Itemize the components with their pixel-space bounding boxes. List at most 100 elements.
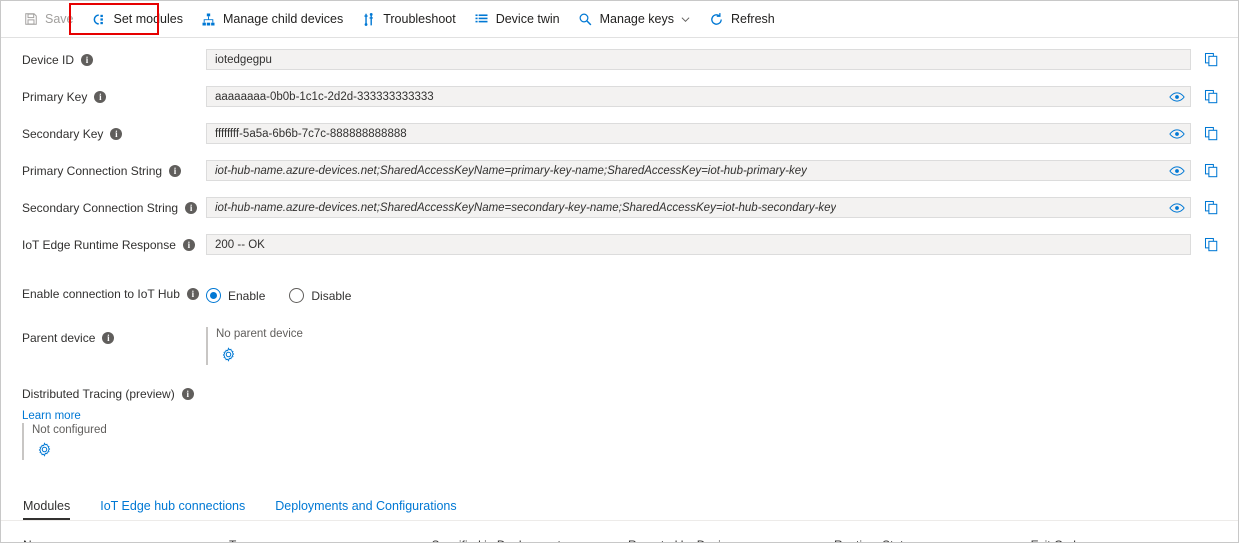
copy-icon[interactable] [1203, 237, 1219, 253]
label-primary-key: Primary Key i [1, 86, 206, 107]
distributed-tracing-status: Not configured [32, 423, 1238, 438]
show-value-eye-icon[interactable] [1169, 127, 1185, 140]
column-header-reported-by-device[interactable]: Reported by Device [628, 521, 834, 543]
field-device-id: iotedgegpu [206, 49, 1238, 70]
secondary-connection-string-value: iot-hub-name.azure-devices.net;SharedAcc… [215, 202, 836, 214]
primary-connection-string-input[interactable]: iot-hub-name.azure-devices.net;SharedAcc… [206, 160, 1191, 181]
tab-modules[interactable]: Modules [23, 499, 70, 520]
show-value-eye-icon[interactable] [1169, 201, 1185, 214]
info-icon[interactable]: i [187, 288, 199, 300]
field-row-runtime-response: IoT Edge Runtime Response i 200 -- OK [1, 234, 1238, 263]
info-icon[interactable]: i [182, 388, 194, 400]
set-modules-label: Set modules [114, 12, 183, 26]
copy-icon[interactable] [1203, 89, 1219, 105]
troubleshoot-button[interactable]: Troubleshoot [361, 5, 465, 33]
device-twin-label: Device twin [496, 12, 560, 26]
show-value-eye-icon[interactable] [1169, 90, 1185, 103]
info-icon[interactable]: i [110, 128, 122, 140]
field-row-device-id: Device ID i iotedgegpu [1, 49, 1238, 78]
label-enable-connection: Enable connection to IoT Hub i [1, 283, 206, 304]
secondary-key-value: ffffffff-5a5a-6b6b-7c7c-888888888888 [215, 128, 407, 140]
manage-keys-button[interactable]: Manage keys [578, 5, 700, 33]
label-runtime-response: IoT Edge Runtime Response i [1, 234, 206, 255]
field-row-secondary-key: Secondary Key i ffffffff-5a5a-6b6b-7c7c-… [1, 123, 1238, 152]
show-value-eye-icon[interactable] [1169, 164, 1185, 177]
copy-icon[interactable] [1203, 163, 1219, 179]
field-primary-connection-string: iot-hub-name.azure-devices.net;SharedAcc… [206, 160, 1238, 181]
save-button[interactable]: Save [23, 5, 83, 33]
column-header-name[interactable]: Name [23, 521, 229, 543]
device-id-input[interactable]: iotedgegpu [206, 49, 1191, 70]
device-properties-form: Device ID i iotedgegpu Primary Key i aaa… [1, 38, 1238, 460]
troubleshoot-label: Troubleshoot [383, 12, 456, 26]
copy-icon[interactable] [1203, 52, 1219, 68]
label-primary-connection-string: Primary Connection String i [1, 160, 206, 181]
save-label: Save [45, 12, 74, 26]
secondary-connection-string-input[interactable]: iot-hub-name.azure-devices.net;SharedAcc… [206, 197, 1191, 218]
device-twin-button[interactable]: Device twin [474, 5, 569, 33]
save-icon [23, 11, 39, 27]
device-id-value: iotedgegpu [215, 54, 272, 66]
field-secondary-key: ffffffff-5a5a-6b6b-7c7c-888888888888 [206, 123, 1238, 144]
distributed-tracing-section: Distributed Tracing (preview) i Learn mo… [1, 386, 1238, 461]
info-icon[interactable]: i [185, 202, 197, 214]
primary-connection-string-value: iot-hub-name.azure-devices.net;SharedAcc… [215, 165, 807, 177]
radio-enable[interactable]: Enable [206, 288, 265, 303]
label-secondary-connection-string: Secondary Connection String i [1, 197, 206, 218]
manage-keys-icon [578, 11, 594, 27]
manage-child-devices-button[interactable]: Manage child devices [201, 5, 352, 33]
parent-device-block: No parent device [206, 327, 303, 365]
manage-child-devices-label: Manage child devices [223, 12, 343, 26]
enable-connection-radio-group: Enable Disable [206, 283, 375, 306]
field-runtime-response: 200 -- OK [206, 234, 1238, 255]
column-header-type[interactable]: Type [229, 521, 431, 543]
label-secondary-key: Secondary Key i [1, 123, 206, 144]
field-row-parent-device: Parent device i No parent device [1, 327, 1238, 365]
copy-icon[interactable] [1203, 200, 1219, 216]
set-modules-icon [92, 11, 108, 27]
table-header: Name Type Specified in Deployment Report… [23, 521, 1219, 543]
field-row-primary-connection-string: Primary Connection String i iot-hub-name… [1, 160, 1238, 189]
info-icon[interactable]: i [183, 239, 195, 251]
field-row-secondary-connection-string: Secondary Connection String i iot-hub-na… [1, 197, 1238, 226]
secondary-key-input[interactable]: ffffffff-5a5a-6b6b-7c7c-888888888888 [206, 123, 1191, 144]
set-modules-button[interactable]: Set modules [92, 5, 192, 33]
column-header-exit-code[interactable]: Exit Code [1031, 521, 1219, 543]
field-secondary-connection-string: iot-hub-name.azure-devices.net;SharedAcc… [206, 197, 1238, 218]
field-row-enable-connection: Enable connection to IoT Hub i Enable Di… [1, 283, 1238, 312]
radio-enable-label: Enable [228, 289, 265, 303]
info-icon[interactable]: i [81, 54, 93, 66]
radio-dot-enable [206, 288, 221, 303]
device-details-page: Save Set modules [0, 0, 1239, 543]
label-parent-device: Parent device i [1, 327, 206, 348]
label-distributed-tracing: Distributed Tracing (preview) i [22, 386, 1238, 403]
tab-iot-edge-hub-connections[interactable]: IoT Edge hub connections [100, 499, 245, 520]
runtime-response-value: 200 -- OK [215, 239, 265, 251]
refresh-icon [709, 11, 725, 27]
learn-more-link[interactable]: Learn more [22, 410, 1238, 422]
gear-icon[interactable] [36, 442, 52, 458]
column-header-runtime-status[interactable]: Runtime Status [834, 521, 1031, 543]
copy-icon[interactable] [1203, 126, 1219, 142]
runtime-response-input[interactable]: 200 -- OK [206, 234, 1191, 255]
info-icon[interactable]: i [169, 165, 181, 177]
troubleshoot-icon [361, 11, 377, 27]
refresh-button[interactable]: Refresh [709, 5, 784, 33]
refresh-label: Refresh [731, 12, 775, 26]
primary-key-input[interactable]: aaaaaaaa-0b0b-1c1c-2d2d-333333333333 [206, 86, 1191, 107]
modules-table: Name Type Specified in Deployment Report… [23, 521, 1219, 543]
radio-dot-disable [289, 288, 304, 303]
label-device-id: Device ID i [1, 49, 206, 70]
info-icon[interactable]: i [102, 332, 114, 344]
radio-disable-label: Disable [311, 289, 351, 303]
manage-child-devices-icon [201, 11, 217, 27]
primary-key-value: aaaaaaaa-0b0b-1c1c-2d2d-333333333333 [215, 91, 434, 103]
gear-icon[interactable] [220, 346, 236, 362]
tab-deployments-and-configurations[interactable]: Deployments and Configurations [275, 499, 456, 520]
field-primary-key: aaaaaaaa-0b0b-1c1c-2d2d-333333333333 [206, 86, 1238, 107]
info-icon[interactable]: i [94, 91, 106, 103]
command-toolbar: Save Set modules [1, 1, 1238, 38]
column-header-specified-in-deployment[interactable]: Specified in Deployment [431, 521, 628, 543]
manage-keys-label: Manage keys [600, 12, 674, 26]
radio-disable[interactable]: Disable [289, 288, 351, 303]
